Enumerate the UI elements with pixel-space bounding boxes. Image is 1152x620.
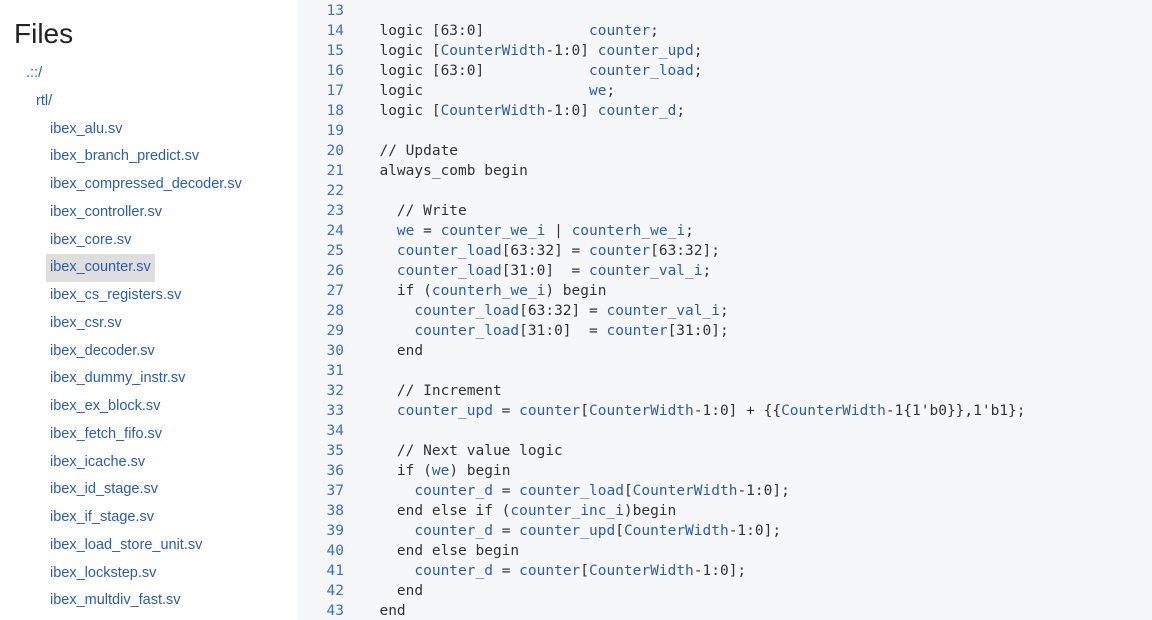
file-link[interactable]: ibex_dummy_instr.sv: [46, 365, 189, 393]
line-number[interactable]: 25: [298, 241, 352, 261]
line-number[interactable]: 19: [298, 121, 352, 141]
code-line: // Increment: [362, 381, 1152, 401]
file-link[interactable]: ibex_controller.sv: [46, 199, 166, 227]
code-line: logic [63:0] counter_load;: [362, 61, 1152, 81]
file-link[interactable]: ibex_branch_predict.sv: [46, 143, 203, 171]
code-line: logic [CounterWidth-1:0] counter_upd;: [362, 41, 1152, 61]
tree-dir-link[interactable]: rtl/: [32, 88, 56, 116]
code-line: always_comb begin: [362, 161, 1152, 181]
line-number[interactable]: 29: [298, 321, 352, 341]
file-link[interactable]: ibex_decoder.sv: [46, 338, 159, 366]
code-line: // Update: [362, 141, 1152, 161]
code-line: end else begin: [362, 541, 1152, 561]
line-number[interactable]: 38: [298, 501, 352, 521]
file-link[interactable]: ibex_load_store_unit.sv: [46, 532, 206, 560]
sidebar-title: Files: [0, 0, 297, 56]
line-number[interactable]: 22: [298, 181, 352, 201]
line-number[interactable]: 21: [298, 161, 352, 181]
code-line: counter_load[31:0] = counter_val_i;: [362, 261, 1152, 281]
line-number[interactable]: 35: [298, 441, 352, 461]
code-line: logic we;: [362, 81, 1152, 101]
line-number[interactable]: 16: [298, 61, 352, 81]
line-number[interactable]: 39: [298, 521, 352, 541]
line-number[interactable]: 41: [298, 561, 352, 581]
file-link[interactable]: ibex_icache.sv: [46, 449, 149, 477]
line-number[interactable]: 20: [298, 141, 352, 161]
file-link[interactable]: ibex_csr.sv: [46, 310, 126, 338]
code-line: // Write: [362, 201, 1152, 221]
line-number[interactable]: 34: [298, 421, 352, 441]
code-line: // Next value logic: [362, 441, 1152, 461]
code-line: counter_d = counter_upd[CounterWidth-1:0…: [362, 521, 1152, 541]
code-viewer: 1314151617181920212223242526272829303132…: [298, 0, 1152, 620]
file-link[interactable]: ibex_multdiv_slow.sv: [46, 615, 189, 620]
file-link[interactable]: ibex_compressed_decoder.sv: [46, 171, 246, 199]
code-line: counter_d = counter_load[CounterWidth-1:…: [362, 481, 1152, 501]
code-line: end: [362, 601, 1152, 620]
file-link[interactable]: ibex_multdiv_fast.sv: [46, 587, 185, 615]
code-line: end: [362, 581, 1152, 601]
line-number[interactable]: 31: [298, 361, 352, 381]
line-number[interactable]: 36: [298, 461, 352, 481]
file-link[interactable]: ibex_if_stage.sv: [46, 504, 158, 532]
line-number[interactable]: 13: [298, 1, 352, 21]
line-number[interactable]: 43: [298, 601, 352, 620]
line-number[interactable]: 18: [298, 101, 352, 121]
file-link[interactable]: ibex_lockstep.sv: [46, 560, 160, 588]
code-line: counter_load[63:32] = counter[63:32];: [362, 241, 1152, 261]
code-line: counter_load[31:0] = counter[31:0];: [362, 321, 1152, 341]
line-number[interactable]: 30: [298, 341, 352, 361]
file-link[interactable]: ibex_id_stage.sv: [46, 476, 162, 504]
line-number[interactable]: 27: [298, 281, 352, 301]
code-line: logic [CounterWidth-1:0] counter_d;: [362, 101, 1152, 121]
file-tree: .::/ rtl/ ibex_alu.svibex_branch_predict…: [0, 56, 297, 620]
code-line: end: [362, 341, 1152, 361]
line-number[interactable]: 32: [298, 381, 352, 401]
file-link[interactable]: ibex_core.sv: [46, 227, 135, 255]
file-link[interactable]: ibex_alu.sv: [46, 116, 127, 144]
code-line: counter_upd = counter[CounterWidth-1:0] …: [362, 401, 1152, 421]
line-number[interactable]: 40: [298, 541, 352, 561]
app-root: Files .::/ rtl/ ibex_alu.svibex_branch_p…: [0, 0, 1152, 620]
code-line: [362, 181, 1152, 201]
file-link[interactable]: ibex_counter.sv: [46, 254, 155, 282]
line-number[interactable]: 33: [298, 401, 352, 421]
line-number[interactable]: 15: [298, 41, 352, 61]
code-line: if (we) begin: [362, 461, 1152, 481]
line-number[interactable]: 24: [298, 221, 352, 241]
code-content[interactable]: logic [63:0] counter; logic [CounterWidt…: [352, 0, 1152, 620]
code-line: [362, 361, 1152, 381]
file-link[interactable]: ibex_ex_block.sv: [46, 393, 164, 421]
file-link[interactable]: ibex_fetch_fifo.sv: [46, 421, 166, 449]
code-line: counter_load[63:32] = counter_val_i;: [362, 301, 1152, 321]
code-line: [362, 421, 1152, 441]
line-number[interactable]: 17: [298, 81, 352, 101]
code-line: we = counter_we_i | counterh_we_i;: [362, 221, 1152, 241]
code-line: end else if (counter_inc_i)begin: [362, 501, 1152, 521]
code-line: logic [63:0] counter;: [362, 21, 1152, 41]
line-number[interactable]: 42: [298, 581, 352, 601]
code-line: [362, 1, 1152, 21]
line-number[interactable]: 28: [298, 301, 352, 321]
line-number[interactable]: 26: [298, 261, 352, 281]
tree-root-link[interactable]: .::/: [22, 60, 46, 88]
code-line: [362, 121, 1152, 141]
file-sidebar[interactable]: Files .::/ rtl/ ibex_alu.svibex_branch_p…: [0, 0, 298, 620]
line-number[interactable]: 37: [298, 481, 352, 501]
line-number-gutter: 1314151617181920212223242526272829303132…: [298, 0, 352, 620]
code-line: counter_d = counter[CounterWidth-1:0];: [362, 561, 1152, 581]
line-number[interactable]: 23: [298, 201, 352, 221]
file-link[interactable]: ibex_cs_registers.sv: [46, 282, 185, 310]
code-line: if (counterh_we_i) begin: [362, 281, 1152, 301]
line-number[interactable]: 14: [298, 21, 352, 41]
